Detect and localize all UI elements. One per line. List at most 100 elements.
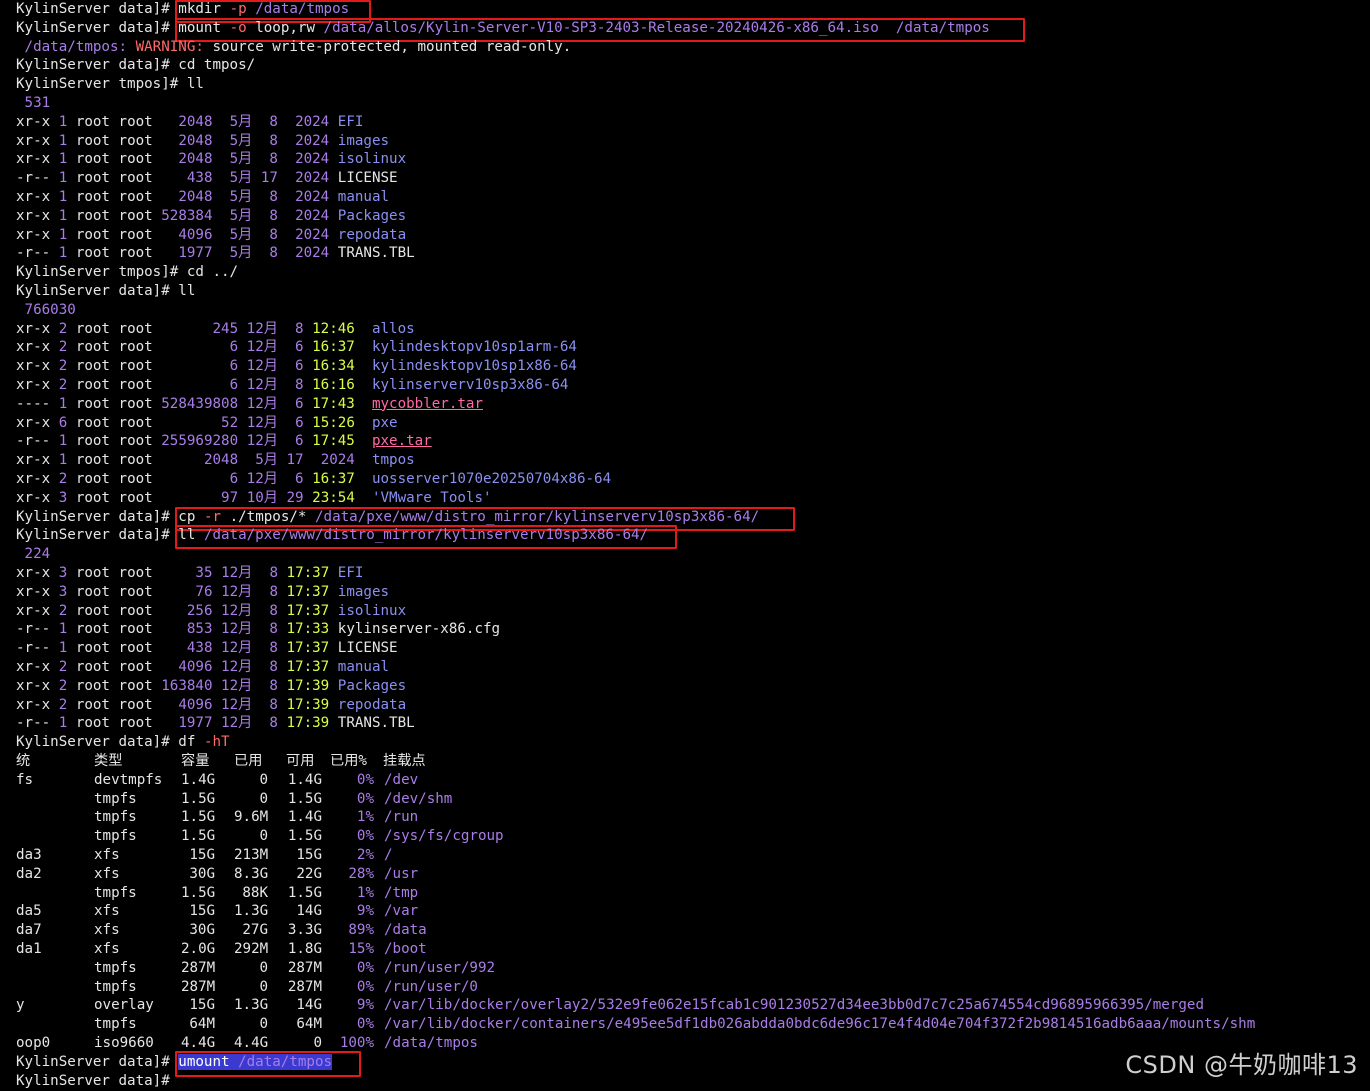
text-segment bbox=[230, 1054, 239, 1070]
text-segment bbox=[355, 339, 372, 355]
link-count: 2 bbox=[58, 377, 68, 393]
fs-type: xfs bbox=[94, 922, 120, 939]
use-percent: 2% bbox=[356, 847, 374, 863]
df-column-header: 挂载点 bbox=[383, 753, 426, 769]
shell-prompt: KylinServer tmpos]# bbox=[16, 264, 179, 281]
directory-name: isolinux bbox=[337, 602, 407, 619]
text-segment bbox=[50, 208, 59, 224]
text-segment bbox=[213, 621, 222, 637]
time-or-year: 12:46 bbox=[312, 320, 355, 337]
file-size: 2048 bbox=[178, 151, 213, 168]
link-count: 3 bbox=[58, 565, 68, 581]
month: 5月 bbox=[229, 132, 253, 149]
text-segment bbox=[110, 490, 119, 506]
text-segment bbox=[50, 565, 59, 581]
month: 12月 bbox=[221, 715, 253, 732]
permissions: xr-x bbox=[16, 377, 51, 393]
link-count: 2 bbox=[58, 358, 68, 375]
fs-type: xfs bbox=[94, 847, 120, 863]
text-segment bbox=[329, 584, 338, 600]
time-or-year: 2024 bbox=[295, 226, 330, 243]
size: 15G bbox=[189, 847, 215, 863]
mount-point: /run/user/992 bbox=[384, 959, 496, 976]
text-segment bbox=[50, 358, 59, 374]
file-size: 52 bbox=[221, 414, 239, 431]
text-segment bbox=[153, 321, 213, 337]
text-segment bbox=[304, 358, 313, 374]
time-or-year: 17:39 bbox=[286, 715, 330, 732]
text-segment bbox=[278, 321, 295, 337]
text-segment bbox=[278, 170, 295, 186]
cursor[interactable] bbox=[170, 1073, 179, 1089]
text-segment bbox=[213, 640, 222, 656]
text-segment bbox=[110, 114, 119, 130]
text-segment bbox=[213, 189, 230, 205]
time-or-year: 16:34 bbox=[312, 358, 355, 375]
fs-type: xfs bbox=[94, 941, 120, 957]
text-segment bbox=[278, 697, 287, 713]
warning-message: source write-protected, mounted read-onl… bbox=[212, 38, 572, 55]
file-size: 163840 bbox=[161, 677, 213, 694]
text-segment bbox=[304, 396, 313, 412]
listing-row: xr-x 1 root root 4096 5月 8 2024 repodata bbox=[16, 226, 406, 245]
permissions: xr-x bbox=[16, 320, 51, 337]
text-segment bbox=[170, 283, 179, 299]
day: 8 bbox=[269, 621, 278, 638]
text-segment bbox=[329, 189, 338, 205]
text-segment bbox=[170, 734, 179, 750]
text-segment bbox=[329, 245, 338, 261]
size: 30G bbox=[189, 922, 215, 939]
mount-point: /tmp bbox=[384, 884, 419, 901]
month: 12月 bbox=[221, 659, 253, 675]
link-count: 2 bbox=[58, 659, 68, 675]
group: root bbox=[118, 339, 153, 356]
permissions: -r-- bbox=[16, 433, 51, 450]
file-name: mycobbler.tar bbox=[371, 395, 483, 412]
use-percent: 0% bbox=[356, 1016, 374, 1033]
text-segment bbox=[50, 133, 59, 149]
filesystem: da5 bbox=[16, 903, 42, 920]
file-size: 35 bbox=[195, 565, 213, 581]
time-or-year: 2024 bbox=[295, 151, 330, 168]
file-size: 2048 bbox=[178, 189, 213, 205]
available: 1.4G bbox=[287, 771, 322, 788]
text-segment bbox=[329, 659, 338, 675]
text-segment bbox=[247, 1, 256, 17]
size: 1.5G bbox=[181, 828, 216, 845]
used: 88K bbox=[242, 884, 268, 901]
text-segment bbox=[355, 377, 372, 393]
shell-prompt: KylinServer data]# bbox=[16, 508, 170, 525]
use-percent: 89% bbox=[348, 922, 374, 939]
owner: root bbox=[75, 358, 110, 375]
used: 292M bbox=[234, 941, 269, 957]
listing-row: xr-x 2 root root 4096 12月 8 17:37 manual bbox=[16, 658, 389, 677]
text-segment bbox=[50, 227, 59, 243]
day: 8 bbox=[269, 245, 278, 262]
owner: root bbox=[75, 715, 110, 732]
text-segment bbox=[329, 621, 338, 637]
month: 12月 bbox=[246, 320, 278, 337]
command-option: -r bbox=[203, 508, 222, 525]
mount-point: /boot bbox=[384, 941, 427, 957]
permissions: xr-x bbox=[16, 583, 51, 600]
text-segment bbox=[153, 114, 179, 130]
file-size: 245 bbox=[212, 320, 239, 337]
use-percent: 100% bbox=[339, 1035, 374, 1051]
permissions: xr-x bbox=[16, 471, 51, 487]
listing-row: xr-x 1 root root 2048 5月 8 2024 isolinux bbox=[16, 150, 406, 169]
text-segment bbox=[50, 697, 59, 713]
cmd-line-mount: KylinServer data]# mount -o loop,rw /dat… bbox=[16, 19, 990, 38]
month: 12月 bbox=[246, 377, 278, 393]
text-segment bbox=[213, 584, 222, 600]
month: 12月 bbox=[246, 339, 278, 356]
time-or-year: 17:37 bbox=[286, 583, 330, 600]
owner: root bbox=[75, 565, 110, 581]
file-size: 255969280 bbox=[161, 433, 239, 450]
month: 5月 bbox=[229, 113, 253, 130]
use-percent: 9% bbox=[356, 997, 374, 1014]
size: 1.5G bbox=[181, 884, 216, 901]
text-segment bbox=[304, 471, 313, 487]
directory-name: repodata bbox=[337, 226, 407, 243]
permissions: xr-x bbox=[16, 151, 51, 168]
time-or-year: 17:37 bbox=[286, 640, 330, 657]
